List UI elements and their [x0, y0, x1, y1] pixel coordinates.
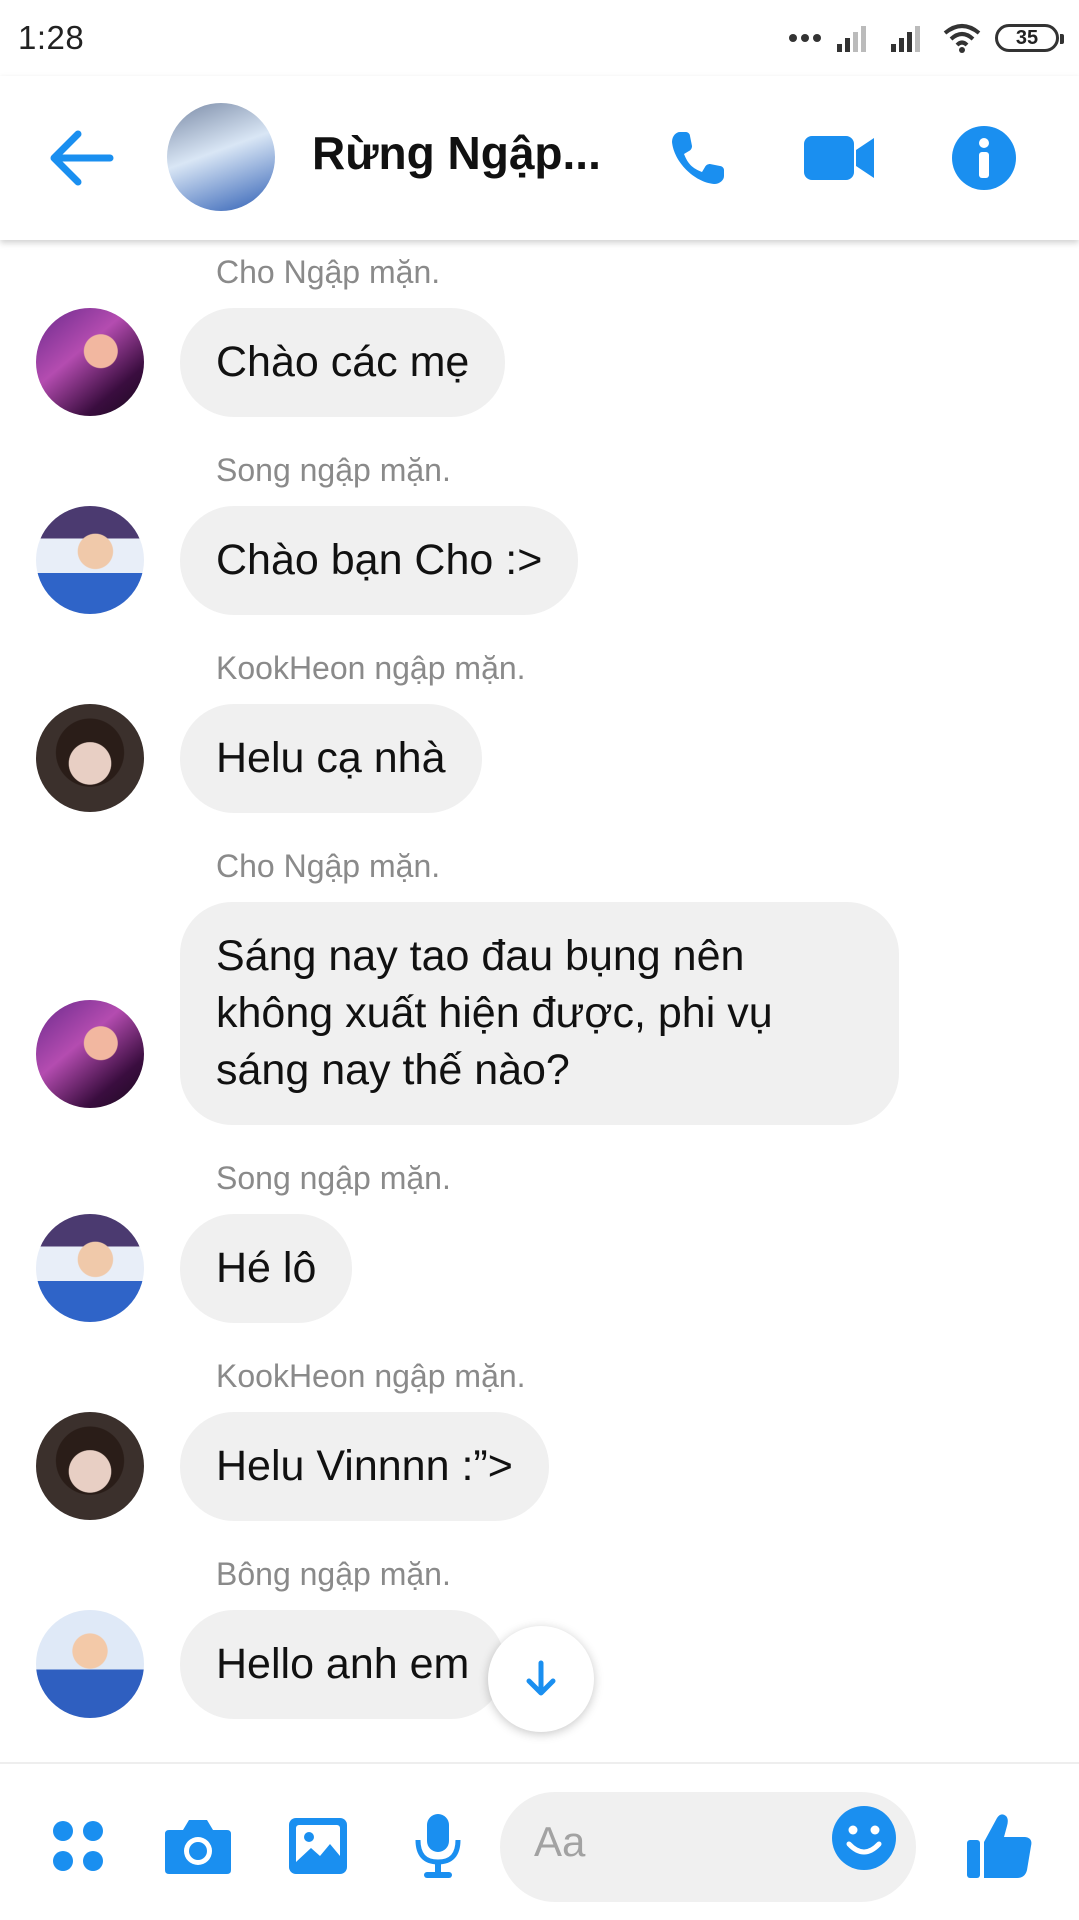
message-bubble[interactable]: Hello anh em: [180, 1610, 506, 1719]
wifi-icon: [943, 24, 981, 53]
emoji-button[interactable]: [830, 1804, 906, 1880]
avatar-song[interactable]: [36, 1214, 144, 1322]
sender-name: KookHeon ngập mặn.: [216, 1358, 526, 1394]
sender-name: Song ngập mặn.: [216, 1160, 451, 1196]
avatar-kookheon[interactable]: [36, 1412, 144, 1520]
avatar-kookheon[interactable]: [36, 704, 144, 812]
microphone-icon: [415, 1814, 461, 1878]
signal-icon: [837, 26, 866, 52]
status-time: 1:28: [18, 19, 85, 56]
back-button[interactable]: [44, 126, 118, 190]
image-icon: [289, 1818, 347, 1874]
message-input-placeholder: Aa: [534, 1818, 586, 1865]
message-list[interactable]: Cho Ngập mặn. Chào các mẹ Song ngập mặn.…: [0, 240, 1079, 1762]
battery-level: 35: [1015, 26, 1039, 49]
voice-message-button[interactable]: [400, 1808, 476, 1884]
more-actions-button[interactable]: [40, 1808, 116, 1884]
group-avatar[interactable]: [167, 103, 275, 211]
like-button[interactable]: [962, 1808, 1038, 1884]
message-bubble[interactable]: Helu Vinnnn :”>: [180, 1412, 549, 1521]
smiley-icon: [832, 1806, 896, 1870]
scroll-to-bottom-button[interactable]: [488, 1626, 594, 1732]
message-bubble[interactable]: Chào các mẹ: [180, 308, 506, 417]
sender-name: Bông ngập mặn.: [216, 1556, 451, 1592]
avatar-song[interactable]: [36, 506, 144, 614]
message-bubble[interactable]: Helu cạ nhà: [180, 704, 482, 813]
message-line: sáng nay thế nào?: [216, 1046, 570, 1094]
more-dots-icon: [789, 34, 821, 42]
sender-name: Song ngập mặn.: [216, 452, 451, 488]
video-call-button[interactable]: [802, 120, 878, 196]
avatar-bong[interactable]: [36, 1610, 144, 1718]
phone-icon: [672, 132, 724, 184]
signal-icon-2: [891, 26, 920, 52]
gallery-button[interactable]: [280, 1808, 356, 1884]
status-icons: 35: [789, 23, 1064, 53]
camera-button[interactable]: [160, 1808, 236, 1884]
back-arrow-icon: [50, 130, 114, 186]
message-bubble[interactable]: Hé lô: [180, 1214, 353, 1323]
message-bubble[interactable]: Chào bạn Cho :>: [180, 506, 579, 615]
status-bar: 1:28 35: [0, 0, 1079, 76]
arrow-down-icon: [526, 1660, 556, 1696]
message-line: Sáng nay tao đau bụng nên: [216, 932, 745, 980]
conversation-header: Rừng Ngập...: [0, 76, 1079, 240]
info-button[interactable]: [946, 120, 1022, 196]
message-line: không xuất hiện được, phi vụ: [216, 989, 773, 1037]
avatar-cho[interactable]: [36, 308, 144, 416]
avatar-cho[interactable]: [36, 1000, 144, 1108]
composer-bar: Aa: [0, 1762, 1079, 1920]
camera-icon: [165, 1820, 231, 1874]
sender-name: KookHeon ngập mặn.: [216, 650, 526, 686]
video-camera-icon: [804, 136, 874, 180]
conversation-title[interactable]: Rừng Ngập...: [312, 126, 601, 180]
message-bubble[interactable]: Sáng nay tao đau bụng nên không xuất hiệ…: [180, 902, 899, 1125]
sender-name: Cho Ngập mặn.: [216, 848, 441, 884]
battery-indicator: 35: [995, 24, 1064, 52]
thumbs-up-icon: [967, 1814, 1032, 1878]
info-icon: [952, 126, 1016, 190]
four-dots-icon: [53, 1821, 103, 1871]
sender-name: Cho Ngập mặn.: [216, 254, 441, 290]
voice-call-button[interactable]: [660, 120, 736, 196]
